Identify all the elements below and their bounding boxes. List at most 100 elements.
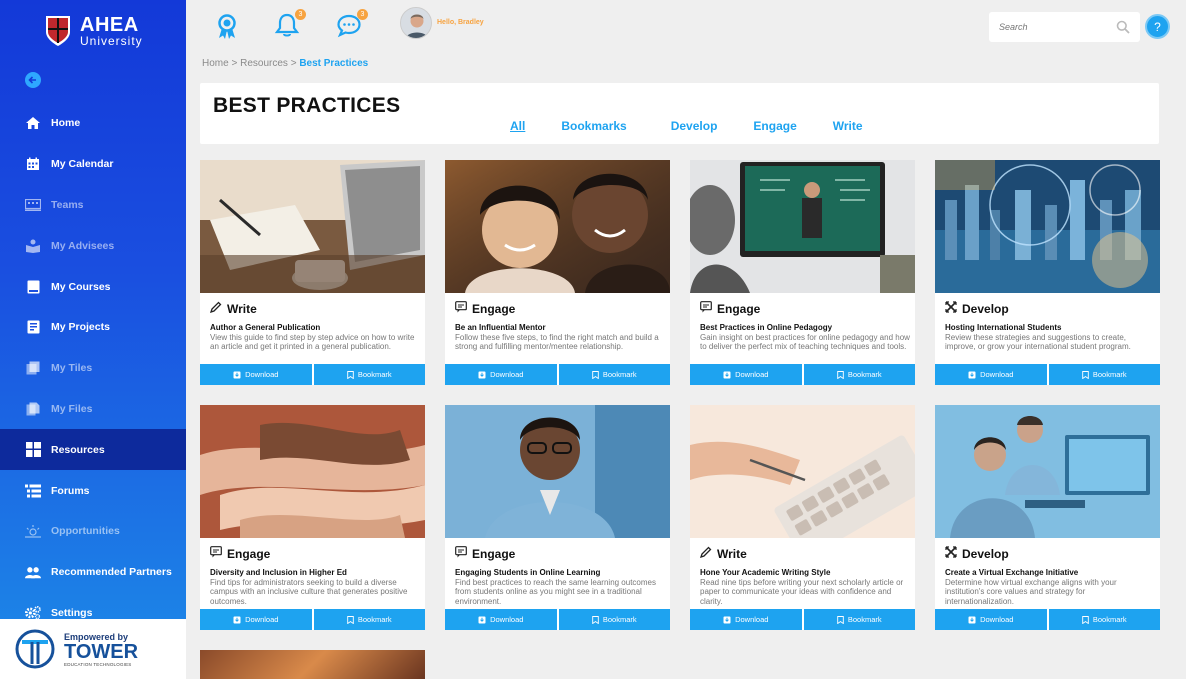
student-with-glasses-image xyxy=(445,405,670,538)
sidebar-item-forums[interactable]: Forums xyxy=(0,470,186,511)
achievements-button[interactable] xyxy=(213,12,241,40)
sidebar-item-advisees[interactable]: My Advisees xyxy=(0,225,186,266)
card-image[interactable] xyxy=(200,405,425,538)
bookmark-button[interactable]: Bookmark xyxy=(803,364,915,385)
breadcrumb-separator: > xyxy=(290,58,297,69)
sidebar-item-label: Opportunities xyxy=(51,525,120,538)
bookmark-button[interactable]: Bookmark xyxy=(558,364,670,385)
card-image[interactable] xyxy=(200,160,425,293)
bookmark-label: Bookmark xyxy=(847,615,882,624)
bookmark-button[interactable]: Bookmark xyxy=(803,609,915,630)
card-description: Find best practices to reach the same le… xyxy=(455,578,656,606)
tab-develop[interactable]: Develop xyxy=(671,119,718,133)
card-image[interactable] xyxy=(935,160,1160,293)
breadcrumb-resources[interactable]: Resources xyxy=(240,58,288,69)
card-category-label: Engage xyxy=(717,301,761,316)
sidebar-item-tiles[interactable]: My Tiles xyxy=(0,348,186,389)
coworkers-at-computer-image xyxy=(935,405,1160,538)
card-title[interactable]: Hosting International Students xyxy=(945,323,1061,332)
sidebar-item-recommended-partners[interactable]: Recommended Partners xyxy=(0,552,186,593)
card-image[interactable] xyxy=(935,405,1160,538)
card-category-label: Write xyxy=(227,301,257,316)
bookmark-icon xyxy=(837,370,844,379)
sidebar-item-teams[interactable]: Teams xyxy=(0,185,186,226)
bookmark-button[interactable]: Bookmark xyxy=(313,364,425,385)
messages-button[interactable]: 3 xyxy=(336,9,368,40)
download-button[interactable]: Download xyxy=(200,364,312,385)
card-title[interactable]: Diversity and Inclusion in Higher Ed xyxy=(210,568,347,577)
card-title[interactable]: Engaging Students in Online Learning xyxy=(455,568,600,577)
card-title[interactable]: Best Practices in Online Pedagogy xyxy=(700,323,832,332)
search-input[interactable] xyxy=(999,22,1099,32)
resource-card[interactable]: Engage Diversity and Inclusion in Higher… xyxy=(200,405,425,630)
download-button[interactable]: Download xyxy=(935,609,1047,630)
search-icon[interactable] xyxy=(1116,20,1130,34)
card-image[interactable] xyxy=(690,405,915,538)
bookmark-button[interactable]: Bookmark xyxy=(313,609,425,630)
download-button[interactable]: Download xyxy=(200,609,312,630)
download-icon xyxy=(723,616,731,623)
card-description: Gain insight on best practices for onlin… xyxy=(700,333,910,352)
tab-all[interactable]: All xyxy=(510,119,525,133)
breadcrumb: Home > Resources > Best Practices xyxy=(202,58,368,69)
card-image[interactable] xyxy=(445,405,670,538)
tab-bookmarks[interactable]: Bookmarks xyxy=(561,119,626,133)
card-image xyxy=(200,650,425,679)
sidebar-item-label: Settings xyxy=(51,606,93,619)
collapse-sidebar-button[interactable] xyxy=(25,72,41,88)
resource-card[interactable]: Develop Hosting International Students R… xyxy=(935,160,1160,385)
sidebar-item-projects[interactable]: My Projects xyxy=(0,307,186,348)
bookmark-button[interactable]: Bookmark xyxy=(1048,364,1160,385)
card-category: Write xyxy=(699,546,747,561)
card-image[interactable] xyxy=(690,160,915,293)
sidebar-item-resources[interactable]: Resources xyxy=(0,429,186,471)
download-button[interactable]: Download xyxy=(445,364,557,385)
tab-engage[interactable]: Engage xyxy=(753,119,796,133)
resource-card[interactable]: Engage Be an Influential Mentor Follow t… xyxy=(445,160,670,385)
card-title[interactable]: Create a Virtual Exchange Initiative xyxy=(945,568,1078,577)
brand-title: AHEA xyxy=(80,14,139,36)
card-title[interactable]: Be an Influential Mentor xyxy=(455,323,546,332)
user-avatar[interactable] xyxy=(400,7,432,39)
card-title[interactable]: Hone Your Academic Writing Style xyxy=(700,568,830,577)
sidebar-item-files[interactable]: My Files xyxy=(0,389,186,430)
bookmark-button[interactable]: Bookmark xyxy=(1048,609,1160,630)
card-actions: Download Bookmark xyxy=(445,364,670,385)
resource-card[interactable]: Engage Engaging Students in Online Learn… xyxy=(445,405,670,630)
resource-card[interactable] xyxy=(200,650,425,679)
download-icon xyxy=(478,371,486,378)
download-button[interactable]: Download xyxy=(935,364,1047,385)
stacked-hands-image xyxy=(200,405,425,538)
resource-card[interactable]: Write Hone Your Academic Writing Style R… xyxy=(690,405,915,630)
tab-write[interactable]: Write xyxy=(833,119,863,133)
home-icon xyxy=(25,115,41,131)
bookmark-button[interactable]: Bookmark xyxy=(558,609,670,630)
sidebar-item-opportunities[interactable]: Opportunities xyxy=(0,511,186,552)
resource-card[interactable]: Write Author a General Publication View … xyxy=(200,160,425,385)
sidebar-item-courses[interactable]: My Courses xyxy=(0,266,186,307)
download-button[interactable]: Download xyxy=(690,364,802,385)
sidebar-item-label: My Advisees xyxy=(51,239,115,252)
breadcrumb-home[interactable]: Home xyxy=(202,58,229,69)
sidebar-item-calendar[interactable]: My Calendar xyxy=(0,144,186,185)
powered-by-subtitle: EDUCATION TECHNOLOGIES xyxy=(64,661,132,667)
sidebar-item-home[interactable]: Home xyxy=(0,103,186,144)
university-logo[interactable]: AHEA University xyxy=(44,14,143,48)
card-image[interactable] xyxy=(445,160,670,293)
user-greeting[interactable]: Hello, Bradley xyxy=(437,19,484,26)
two-people-smiling-image xyxy=(445,160,670,293)
download-button[interactable]: Download xyxy=(445,609,557,630)
brand-subtitle: University xyxy=(80,34,143,48)
notifications-button[interactable]: 3 xyxy=(274,9,306,40)
user-photo-icon xyxy=(401,8,431,38)
card-actions: Download Bookmark xyxy=(690,364,915,385)
download-icon xyxy=(968,616,976,623)
card-category: Develop xyxy=(945,546,1009,561)
resource-card[interactable]: Engage Best Practices in Online Pedagogy… xyxy=(690,160,915,385)
download-icon xyxy=(723,371,731,378)
download-button[interactable]: Download xyxy=(690,609,802,630)
download-label: Download xyxy=(980,615,1014,624)
card-title[interactable]: Author a General Publication xyxy=(210,323,320,332)
help-button[interactable]: ? xyxy=(1145,14,1170,39)
resource-card[interactable]: Develop Create a Virtual Exchange Initia… xyxy=(935,405,1160,630)
